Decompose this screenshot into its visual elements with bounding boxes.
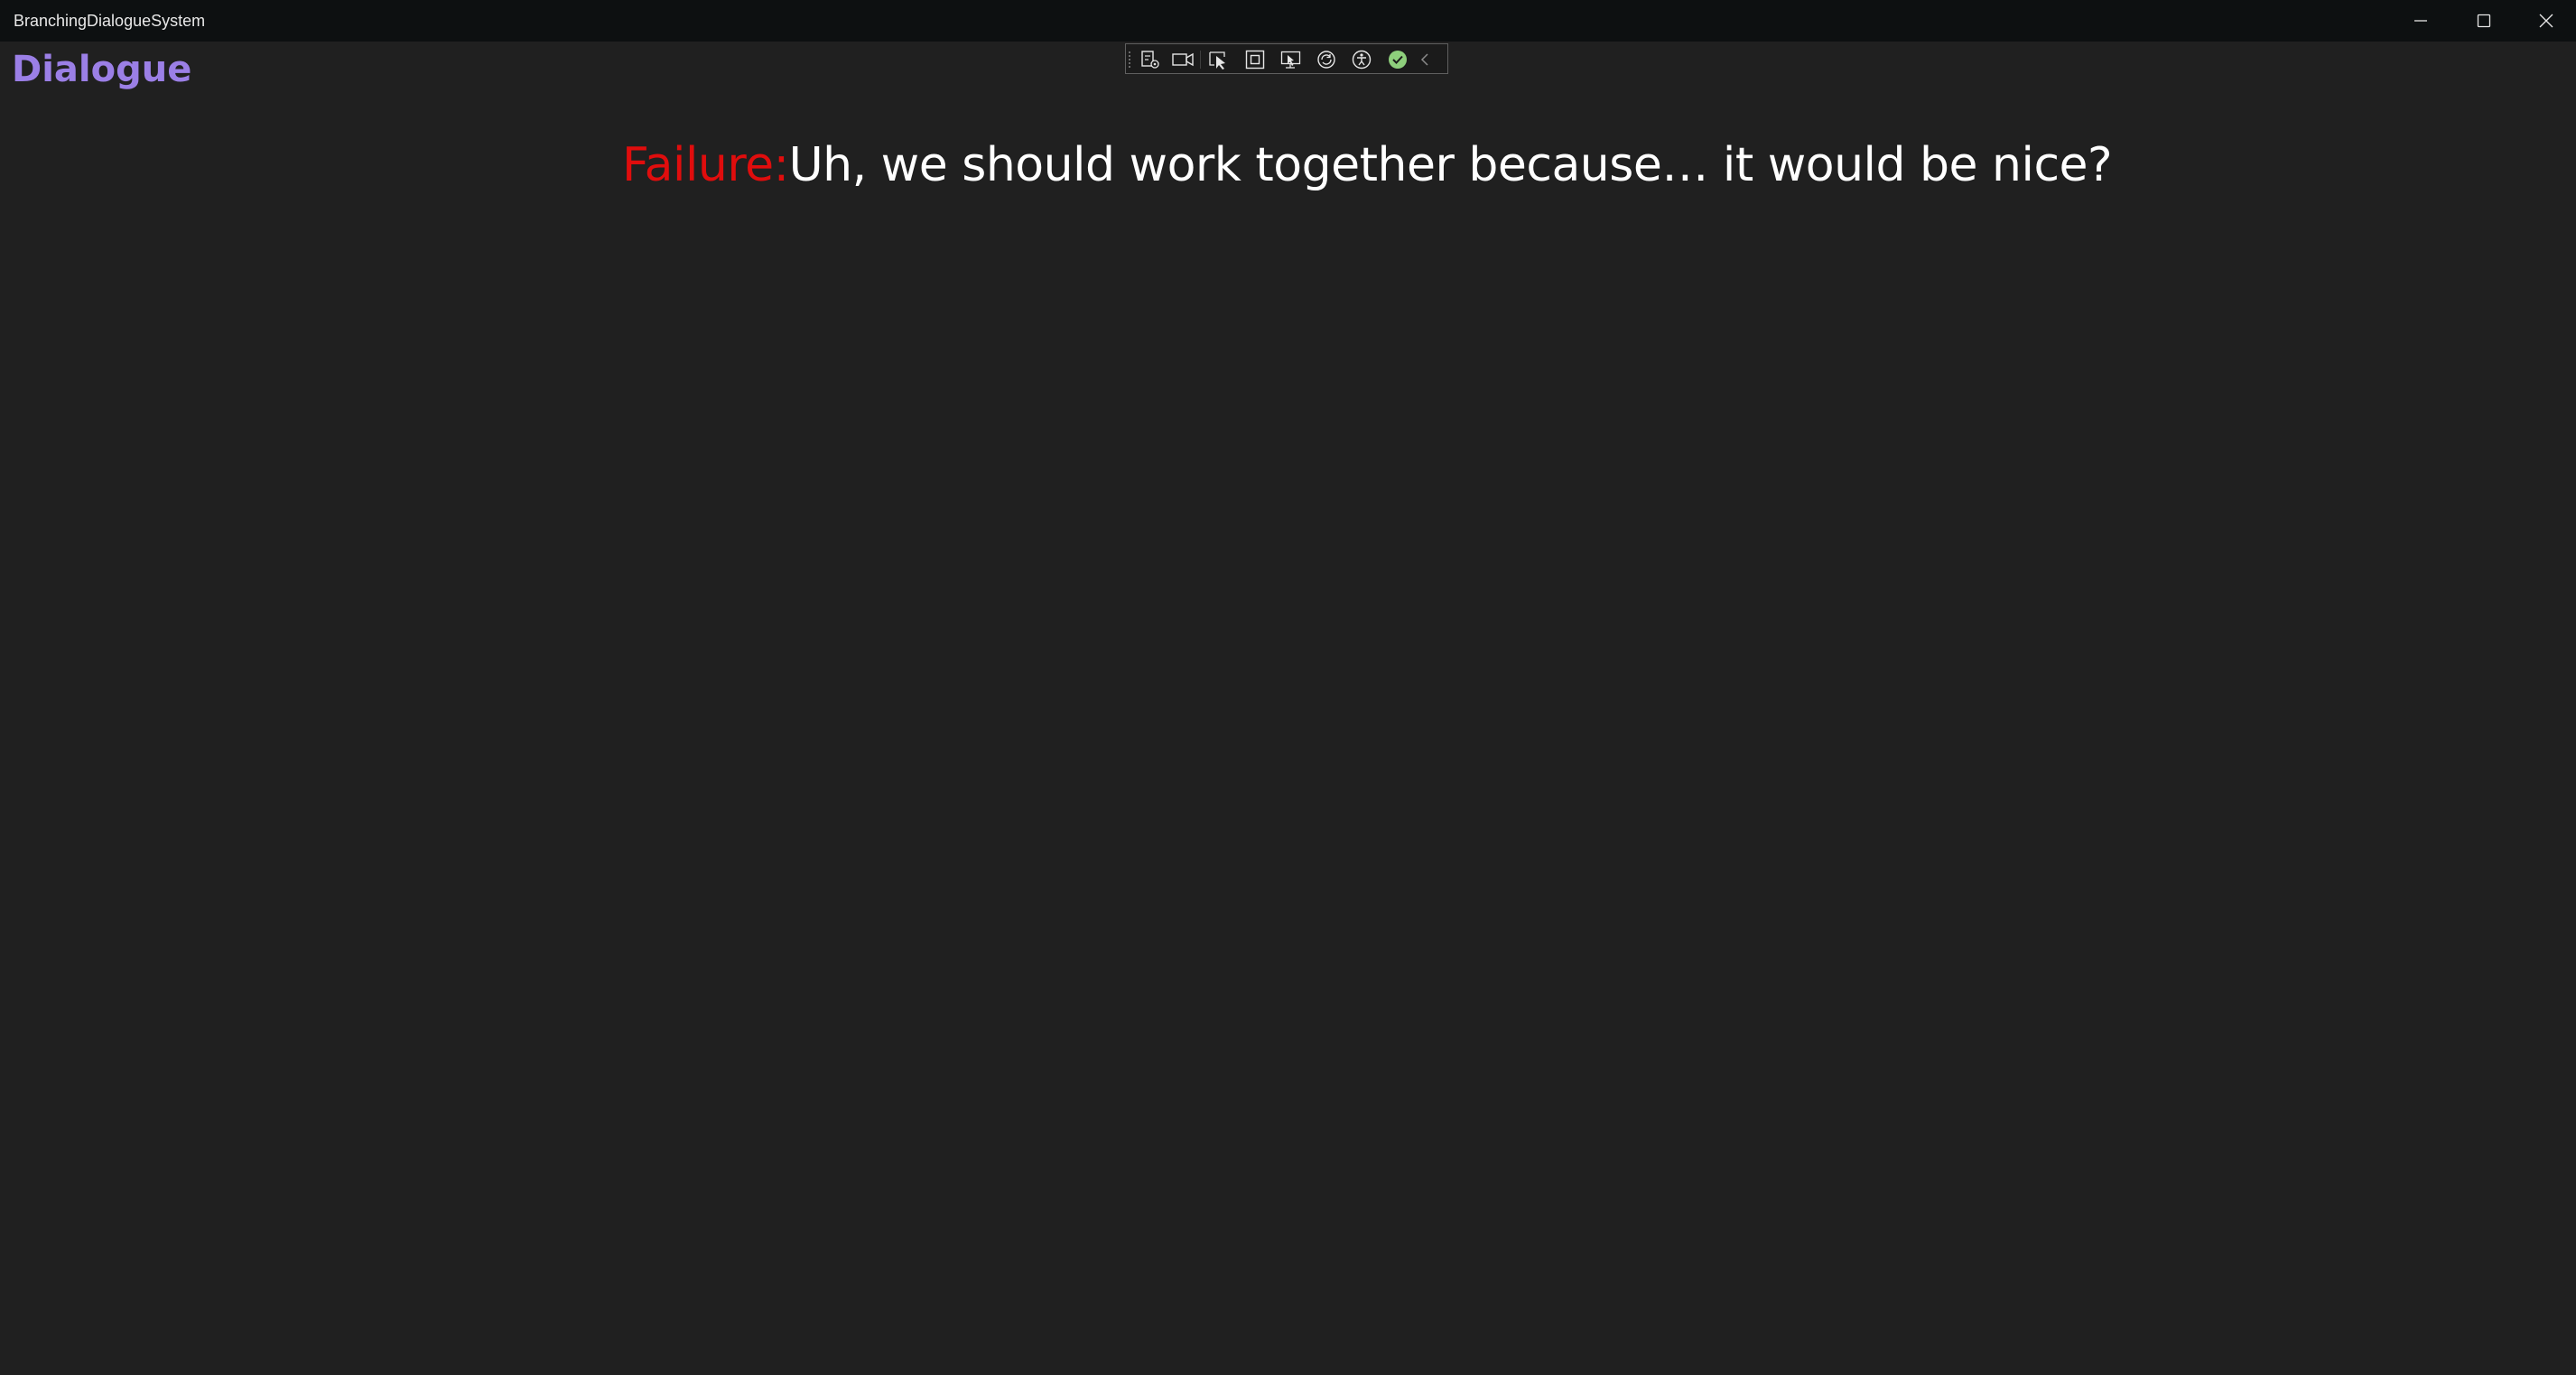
camera-button[interactable] <box>1169 48 1196 71</box>
accessibility-button[interactable] <box>1348 48 1375 71</box>
chevron-left-icon <box>1420 53 1428 66</box>
track-focus-icon <box>1280 51 1301 69</box>
select-element-icon <box>1209 51 1225 70</box>
maximize-button[interactable] <box>2453 0 2515 42</box>
close-icon <box>2539 14 2553 28</box>
collapse-toolbar-button[interactable] <box>1415 48 1435 71</box>
dialogue-text: Uh, we should work together because… it … <box>788 138 2113 192</box>
close-button[interactable] <box>2516 0 2576 42</box>
toolbar-separator <box>1200 51 1201 69</box>
debug-toolbar <box>1125 43 1448 74</box>
track-focus-button[interactable] <box>1278 48 1305 71</box>
maximize-icon <box>2477 14 2491 28</box>
live-visual-tree-icon <box>1141 51 1159 69</box>
dialogue-line: Failure:Uh, we should work together beca… <box>622 135 2113 195</box>
camera-icon <box>1172 52 1194 67</box>
window-title: BranchingDialogueSystem <box>14 12 206 30</box>
page-title: Dialogue <box>12 49 192 90</box>
minimize-button[interactable] <box>2390 0 2451 42</box>
display-layout-adorners-button[interactable] <box>1242 48 1269 71</box>
hot-reload-icon <box>1317 51 1335 69</box>
live-visual-tree-button[interactable] <box>1137 48 1164 71</box>
title-bar: BranchingDialogueSystem <box>0 0 2576 42</box>
hot-reload-button[interactable] <box>1313 48 1340 71</box>
display-layout-adorners-icon <box>1245 50 1265 70</box>
accessibility-icon <box>1352 50 1372 70</box>
toolbar-grip[interactable] <box>1129 51 1134 68</box>
speaker-label: Failure: <box>622 138 789 192</box>
select-element-button[interactable] <box>1205 48 1232 71</box>
binding-check-icon <box>1389 51 1407 69</box>
minimize-icon <box>2414 20 2427 22</box>
binding-check-button[interactable] <box>1384 48 1411 71</box>
